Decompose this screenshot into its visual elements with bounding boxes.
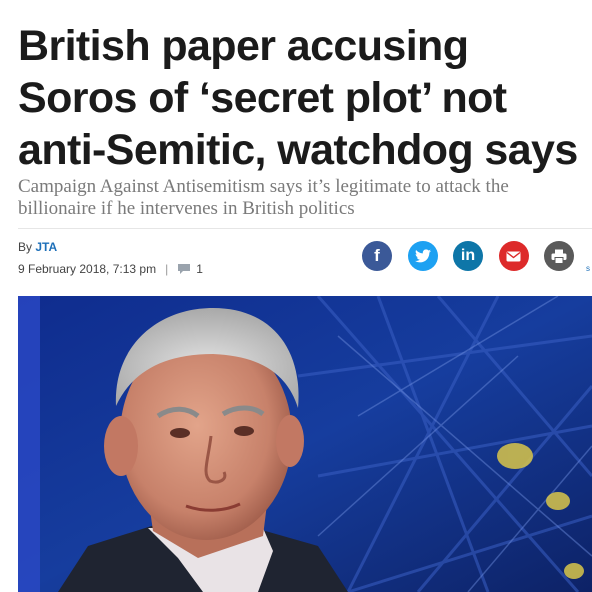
photo-graphic bbox=[18, 296, 592, 592]
byline: By JTA bbox=[18, 240, 57, 254]
facebook-icon: f bbox=[374, 246, 380, 265]
article-meta: 9 February 2018, 7:13 pm | 1 bbox=[18, 262, 203, 276]
twitter-icon bbox=[414, 249, 431, 263]
divider bbox=[18, 228, 592, 229]
email-icon bbox=[506, 251, 521, 261]
comment-count[interactable]: 1 bbox=[196, 262, 203, 276]
article-subheadline: Campaign Against Antisemitism says it’s … bbox=[18, 176, 509, 219]
email-share-button[interactable] bbox=[498, 241, 529, 271]
author-link[interactable]: JTA bbox=[35, 240, 57, 254]
meta-separator: | bbox=[165, 262, 169, 276]
linkedin-share-button[interactable]: in bbox=[453, 241, 483, 271]
print-button[interactable] bbox=[544, 241, 574, 271]
share-bar: f in bbox=[362, 241, 590, 271]
publish-date: 9 February 2018, 7:13 pm bbox=[18, 262, 157, 276]
comment-icon[interactable] bbox=[177, 263, 191, 275]
twitter-share-button[interactable] bbox=[407, 241, 438, 271]
byline-prefix: By bbox=[18, 240, 33, 254]
facebook-share-button[interactable]: f bbox=[362, 241, 392, 271]
linkedin-icon: in bbox=[460, 247, 476, 264]
print-icon bbox=[551, 249, 567, 264]
share-more-label[interactable]: s bbox=[586, 264, 590, 273]
article-headline: British paper accusing Soros of ‘secret … bbox=[18, 22, 578, 174]
article-hero-image[interactable] bbox=[18, 296, 592, 592]
